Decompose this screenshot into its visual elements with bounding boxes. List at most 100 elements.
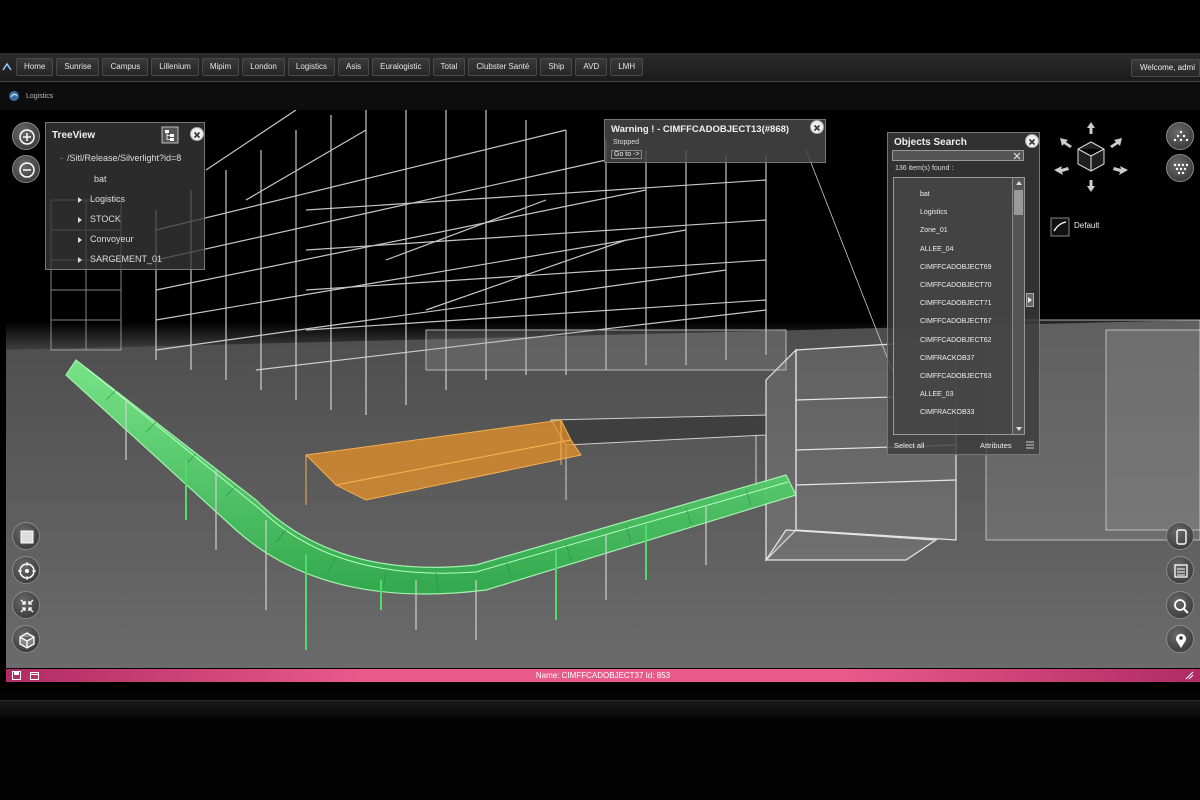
search-results-list: bat Logistics Zone_01 ALLEE_04 CIMFFCADO… [893,177,1025,435]
tree-item[interactable]: Convoyeur [78,234,134,244]
attributes-settings-icon[interactable] [1023,438,1037,452]
list-item[interactable]: Logistics [894,204,1024,222]
list-item[interactable]: Zone_01 [894,222,1024,240]
nav-sunrise[interactable]: Sunrise [56,58,100,76]
tree-item[interactable]: SARGEMENT_01 [78,254,162,264]
clear-icon[interactable] [1013,152,1021,160]
cube-icon [19,632,35,649]
result-count: 136 item(s) found : [895,165,954,172]
objects-search-title: Objects Search [894,137,967,148]
search-input[interactable] [892,150,1024,161]
location-button[interactable] [1166,625,1194,653]
nav-ship[interactable]: Ship [540,58,573,76]
dots-funnel-icon [1173,163,1189,175]
list-item[interactable]: CIMFFCADOBJECT70 [894,277,1024,295]
nav-clubster-sante[interactable]: Clubster Santé [468,58,538,76]
expand-icon[interactable] [78,256,82,263]
attributes-button[interactable]: Attributes [980,441,1012,450]
hierarchy-icon[interactable] [161,126,179,144]
default-view-label: Default [1074,221,1100,230]
nav-lmh[interactable]: LMH [610,58,644,76]
status-bar: Name: CIMFFCADOBJECT37 Id: 853 [6,669,1200,682]
nav-euralogistic[interactable]: Euralogistic [372,58,430,76]
warning-popup: Warning ! - CIMFFCADOBJECT13(#868) Stopp… [604,119,826,163]
expand-icon[interactable] [78,216,82,223]
expand-icon[interactable] [78,236,82,243]
tree-item-label: SARGEMENT_01 [90,254,163,264]
3d-object-button[interactable] [12,625,40,653]
tree-item[interactable]: Logistics [78,194,125,204]
tree-item-label: Convoyeur [90,234,134,244]
nav-logistics[interactable]: Logistics [287,58,336,76]
select-all-button[interactable]: Select all [894,441,924,450]
list-item[interactable]: CIMFFCADOBJECT69 [894,259,1024,277]
nav-avd[interactable]: AVD [575,58,608,76]
list-item[interactable]: CIMFRACKOB37 [894,350,1024,368]
nav-asis[interactable]: Asis [338,58,370,76]
welcome-user-menu[interactable]: Welcome, admi [1131,59,1200,77]
filter-button[interactable] [1166,154,1194,182]
nav-campus[interactable]: Campus [102,58,149,76]
fit-view-button[interactable] [12,591,40,619]
monitor-top-frame [0,0,1200,52]
resize-icon[interactable] [1185,671,1194,680]
warning-close-button[interactable] [810,120,824,134]
expand-icon[interactable] [78,196,82,203]
list-scrollbar[interactable] [1012,178,1024,434]
list-button[interactable] [1166,556,1194,584]
minus-circle-icon [19,162,35,178]
list-icon [1174,564,1188,578]
app-logo-icon [2,62,12,71]
tree-root-label: /Sitl/Release/Silverlight?id=8 [67,153,182,163]
breadcrumb-label: Logistics [26,92,54,100]
list-item[interactable]: ALLEE_04 [894,241,1024,259]
breadcrumb: Logistics [0,82,1200,110]
nav-mipim[interactable]: Mipim [201,58,240,76]
view-cube-navigator[interactable] [1046,120,1136,195]
plus-circle-icon [19,129,35,145]
details-button[interactable] [1166,522,1194,550]
list-item[interactable]: ALLEE_03 [894,386,1024,404]
close-icon [193,131,201,139]
scroll-up-icon[interactable] [1015,180,1023,186]
zoom-out-button[interactable] [12,155,40,183]
zoom-in-button[interactable] [12,122,40,150]
select-box-button[interactable] [12,522,40,550]
search-close-button[interactable] [1025,134,1039,148]
nav-home[interactable]: Home [16,58,54,76]
top-navigation-bar: Home Sunrise Campus Lillenium Mipim Lond… [0,53,1200,82]
scrollbar-thumb[interactable] [1014,190,1023,215]
close-icon [1028,138,1036,146]
layers-button[interactable] [1166,122,1194,150]
nav-total[interactable]: Total [432,58,466,76]
tree-item[interactable]: STOCK [78,214,121,224]
tree-item[interactable]: bat [94,174,107,184]
document-icon [1176,529,1187,545]
list-item[interactable]: bat [894,186,1024,204]
list-item[interactable]: CIMFFCADOBJECT67 [894,313,1024,331]
tree-item-label: STOCK [90,214,121,224]
treeview-close-button[interactable] [190,127,204,141]
search-icon [1174,599,1189,614]
status-text: Name: CIMFFCADOBJECT37 Id: 853 [535,671,671,680]
collapse-panel-icon[interactable] [1026,293,1034,307]
list-item[interactable]: CIMFRACKOB33 [894,404,1024,422]
crosshair-icon [18,562,36,580]
default-view-icon[interactable] [1050,217,1070,237]
list-item[interactable]: CIMFFCADOBJECT62 [894,332,1024,350]
nav-lillenium[interactable]: Lillenium [151,58,199,76]
nav-london[interactable]: London [242,58,285,76]
goto-button[interactable]: Go to -> [611,150,643,159]
warning-title: Warning ! - CIMFFCADOBJECT13(#868) [611,124,790,135]
scroll-down-icon[interactable] [1015,426,1023,432]
collapse-arrows-icon [20,599,34,613]
list-item[interactable]: CIMFFCADOBJECT63 [894,368,1024,386]
map-pin-icon [1176,633,1186,648]
dots-triangle-icon [1173,130,1189,142]
target-button[interactable] [12,556,40,584]
tree-root[interactable]: -/Sitl/Release/Silverlight?id=8 [60,153,181,163]
monitor-bezel [0,700,1200,717]
search-button[interactable] [1166,591,1194,619]
square-icon [20,530,34,544]
list-item[interactable]: CIMFFCADOBJECT71 [894,295,1024,313]
